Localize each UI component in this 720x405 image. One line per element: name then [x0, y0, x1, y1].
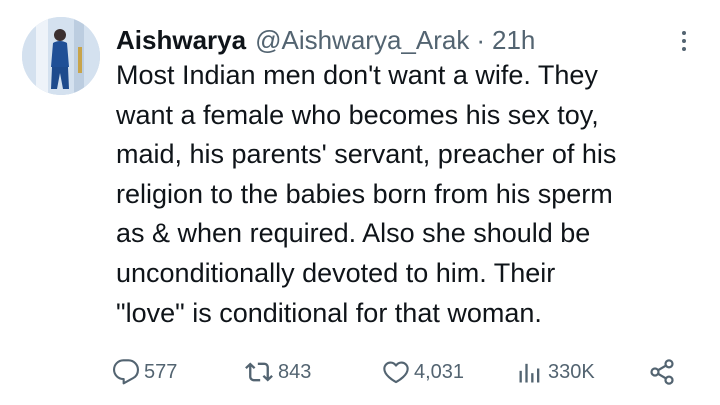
- tweet-text: Most Indian men don't want a wife. They …: [116, 60, 617, 328]
- more-options-icon[interactable]: [672, 26, 696, 56]
- heart-icon: [383, 361, 409, 384]
- user-handle[interactable]: @Aishwarya_Arak: [255, 20, 469, 60]
- views-icon: [519, 363, 540, 383]
- reply-icon: [112, 359, 140, 385]
- avatar-photo-icon: [22, 17, 100, 95]
- repost-button[interactable]: 843: [244, 352, 311, 392]
- like-count: 4,031: [414, 360, 465, 383]
- repost-count: 843: [278, 360, 312, 383]
- views-count: 330K: [548, 360, 595, 383]
- tweet-card[interactable]: Aishwarya @Aishwarya_Arak · 21h Most Ind…: [0, 0, 720, 405]
- action-bar: 577 843 4,031 330K: [0, 352, 720, 392]
- tweet-header: Aishwarya @Aishwarya_Arak · 21h: [116, 20, 535, 60]
- repost-icon: [245, 362, 273, 382]
- like-button[interactable]: 4,031: [382, 352, 464, 392]
- share-button[interactable]: [648, 352, 676, 392]
- reply-button[interactable]: 577: [112, 352, 177, 392]
- timestamp[interactable]: 21h: [492, 20, 535, 60]
- reply-count: 577: [144, 360, 178, 383]
- views-button[interactable]: 330K: [516, 352, 595, 392]
- avatar[interactable]: [22, 17, 100, 95]
- share-icon: [650, 359, 674, 385]
- display-name[interactable]: Aishwarya: [116, 20, 246, 60]
- separator-dot: ·: [476, 25, 485, 55]
